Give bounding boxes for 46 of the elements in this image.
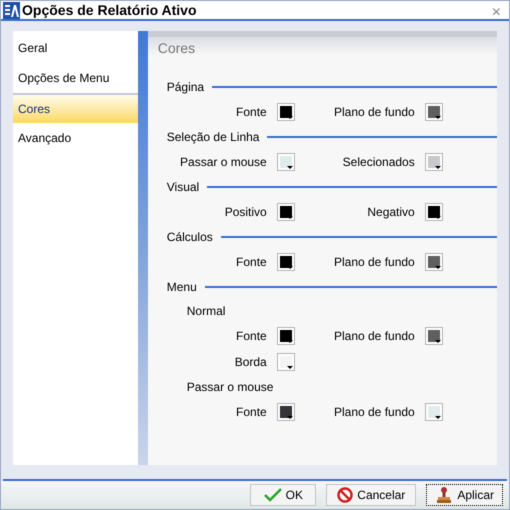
- color-picker[interactable]: [276, 203, 295, 221]
- field-label: Plano de fundo: [332, 404, 415, 421]
- field-label: Fonte: [235, 404, 267, 421]
- field-label: Plano de fundo: [332, 104, 415, 121]
- color-picker[interactable]: [424, 103, 443, 121]
- checkmark-icon: [264, 488, 282, 502]
- field-label: Negativo: [366, 204, 415, 221]
- color-picker[interactable]: [424, 403, 443, 421]
- section-heading: Visual: [166, 179, 200, 196]
- color-picker[interactable]: [276, 327, 295, 345]
- color-picker[interactable]: [276, 353, 295, 371]
- prohibited-icon: [337, 487, 354, 503]
- stamp-icon: [435, 486, 454, 504]
- subsection-heading: Normal: [186, 303, 226, 320]
- ok-button[interactable]: OK: [250, 484, 316, 506]
- field-label: Selecionados: [342, 154, 415, 171]
- subsection-heading: Passar o mouse: [186, 379, 274, 396]
- panel-title: Cores: [158, 41, 196, 55]
- field-label: Plano de fundo: [332, 328, 415, 345]
- section-heading: Página: [166, 79, 204, 96]
- section-heading: Cálculos: [166, 229, 213, 246]
- field-label: Positivo: [224, 204, 267, 221]
- sidebar-item[interactable]: Avançado: [13, 123, 138, 153]
- section-heading: Seleção de Linha: [166, 129, 260, 146]
- close-button[interactable]: ×: [492, 5, 501, 21]
- field-label: Plano de fundo: [332, 254, 415, 271]
- sidebar-item[interactable]: Geral: [13, 33, 138, 63]
- color-picker[interactable]: [276, 153, 295, 171]
- window-title: Opções de Relatório Ativo: [22, 1, 197, 20]
- color-picker[interactable]: [424, 253, 443, 271]
- color-picker[interactable]: [424, 327, 443, 345]
- apply-button[interactable]: Aplicar: [426, 484, 503, 506]
- cancel-button[interactable]: Cancelar: [326, 484, 416, 506]
- field-label: Passar o mouse: [179, 154, 267, 171]
- section-heading: Menu: [166, 279, 197, 296]
- sidebar-item[interactable]: Cores: [13, 93, 138, 123]
- field-label: Fonte: [235, 254, 267, 271]
- color-picker[interactable]: [276, 403, 295, 421]
- color-picker[interactable]: [276, 103, 295, 121]
- color-picker[interactable]: [276, 253, 295, 271]
- field-label: Fonte: [235, 328, 267, 345]
- color-picker[interactable]: [424, 203, 443, 221]
- color-picker[interactable]: [424, 153, 443, 171]
- field-label: Fonte: [235, 104, 267, 121]
- sidebar-item[interactable]: Opções de Menu: [13, 63, 138, 93]
- field-label: Borda: [234, 354, 267, 371]
